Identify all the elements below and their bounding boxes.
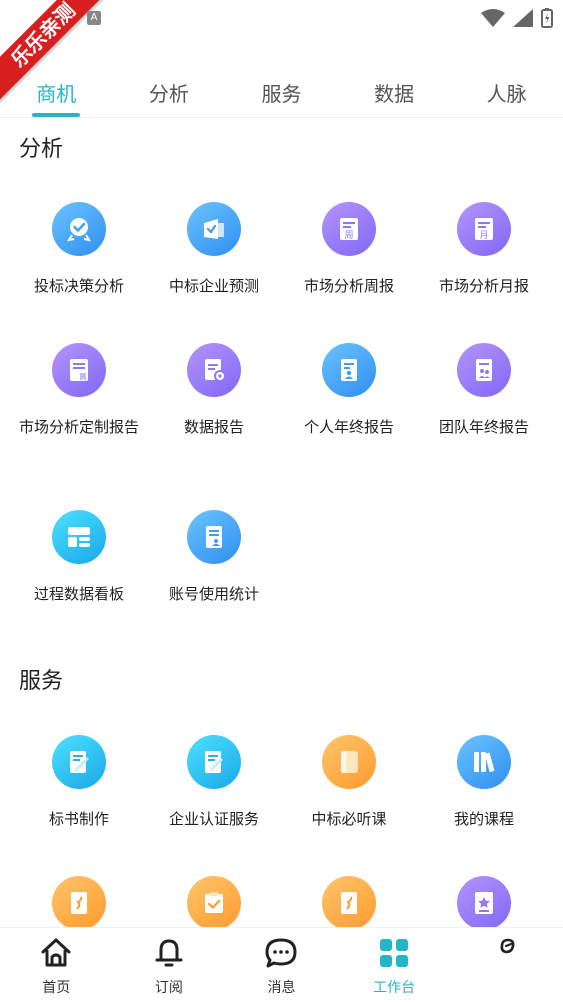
me-icon bbox=[500, 938, 515, 954]
service-item-8[interactable] bbox=[416, 876, 552, 927]
nav-label: 消息 bbox=[267, 980, 296, 996]
account-stats-icon bbox=[187, 510, 241, 564]
nav-subscribe[interactable]: 订阅 bbox=[113, 928, 226, 1002]
tab-shangji[interactable]: 商机 bbox=[0, 62, 113, 117]
tab-label: 商机 bbox=[36, 82, 77, 106]
nav-me[interactable] bbox=[450, 928, 563, 1002]
data-report-icon bbox=[187, 343, 241, 397]
tab-active-indicator bbox=[32, 113, 81, 117]
badge-check-icon bbox=[52, 202, 106, 256]
custom-report-icon bbox=[52, 343, 106, 397]
service-item-7[interactable] bbox=[281, 876, 417, 927]
status-icons bbox=[481, 8, 553, 28]
bottom-nav: 首页 订阅 消息 工作台 bbox=[0, 927, 563, 1002]
tool-label: 账号使用统计 bbox=[168, 585, 259, 603]
service-enterprise-certification[interactable]: 企业认证服务 bbox=[146, 735, 282, 832]
tool-bid-decision[interactable]: 投标决策分析 bbox=[11, 202, 147, 299]
service-label: 标书制作 bbox=[48, 810, 109, 828]
tool-weekly-report[interactable]: 周 市场分析周报 bbox=[281, 202, 417, 299]
status-bar: 乐乐亲测 A bbox=[0, 0, 563, 106]
tool-label: 市场分析定制报告 bbox=[18, 418, 139, 436]
service-bid-writing[interactable]: 标书制作 bbox=[11, 735, 147, 832]
dashboard-icon bbox=[52, 510, 106, 564]
nav-messages[interactable]: 消息 bbox=[225, 928, 338, 1002]
doc-orange-icon bbox=[322, 876, 376, 927]
tab-label: 分析 bbox=[148, 82, 189, 106]
star-doc-icon bbox=[457, 876, 511, 927]
wifi-icon bbox=[481, 9, 505, 27]
tool-label: 个人年终报告 bbox=[303, 418, 394, 436]
tab-fenxi[interactable]: 分析 bbox=[113, 62, 226, 117]
nav-home[interactable]: 首页 bbox=[0, 928, 113, 1002]
tool-label: 过程数据看板 bbox=[33, 585, 124, 603]
svg-text:月: 月 bbox=[479, 230, 488, 241]
tab-label: 数据 bbox=[374, 82, 415, 106]
chat-icon bbox=[265, 938, 297, 968]
nav-label: 订阅 bbox=[154, 980, 183, 996]
workbench-content[interactable]: 分析 投标决策分析 中标企业预测 周 市场分析周报 月 市场分析月报 市场分析定… bbox=[0, 119, 563, 927]
tab-fuwu[interactable]: 服务 bbox=[225, 62, 338, 117]
service-label: 我的课程 bbox=[453, 810, 514, 828]
library-icon bbox=[457, 735, 511, 789]
check-doc-orange-icon bbox=[187, 876, 241, 927]
tab-renmai[interactable]: 人脉 bbox=[450, 62, 563, 117]
tab-shuju[interactable]: 数据 bbox=[338, 62, 451, 117]
battery-icon bbox=[541, 8, 553, 28]
service-label: 中标必听课 bbox=[311, 810, 387, 828]
nav-workbench[interactable]: 工作台 bbox=[338, 928, 451, 1002]
tool-label: 市场分析周报 bbox=[303, 277, 394, 295]
personal-report-icon bbox=[322, 343, 376, 397]
tool-label: 团队年终报告 bbox=[438, 418, 529, 436]
tool-team-annual-report[interactable]: 团队年终报告 bbox=[416, 343, 552, 440]
top-tab-bar: 商机 分析 服务 数据 人脉 bbox=[0, 62, 563, 118]
section-title-analysis: 分析 bbox=[19, 137, 64, 162]
box-check-icon bbox=[187, 202, 241, 256]
grid-icon bbox=[380, 939, 409, 967]
tab-label: 服务 bbox=[261, 82, 302, 106]
edit-doc-icon bbox=[52, 735, 106, 789]
tool-label: 投标决策分析 bbox=[33, 277, 124, 295]
tool-account-stats[interactable]: 账号使用统计 bbox=[146, 510, 282, 607]
tool-monthly-report[interactable]: 月 市场分析月报 bbox=[416, 202, 552, 299]
tool-custom-report[interactable]: 市场分析定制报告 bbox=[11, 343, 147, 440]
notification-a-icon: A bbox=[87, 11, 101, 25]
tool-data-report[interactable]: 数据报告 bbox=[146, 343, 282, 440]
tool-personal-annual-report[interactable]: 个人年终报告 bbox=[281, 343, 417, 440]
nav-label: 首页 bbox=[42, 980, 71, 996]
nav-label: 工作台 bbox=[373, 980, 416, 996]
tool-winner-prediction[interactable]: 中标企业预测 bbox=[146, 202, 282, 299]
tool-process-dashboard[interactable]: 过程数据看板 bbox=[11, 510, 147, 607]
certify-doc-icon bbox=[187, 735, 241, 789]
tab-label: 人脉 bbox=[486, 82, 527, 106]
tool-label: 市场分析月报 bbox=[438, 277, 529, 295]
signal-icon bbox=[513, 9, 533, 27]
bell-icon bbox=[155, 939, 183, 967]
doc-orange-icon bbox=[52, 876, 106, 927]
service-must-listen-course[interactable]: 中标必听课 bbox=[281, 735, 417, 832]
tool-label: 数据报告 bbox=[183, 418, 244, 436]
service-item-6[interactable] bbox=[146, 876, 282, 927]
svg-text:周: 周 bbox=[344, 230, 353, 241]
monthly-report-icon: 月 bbox=[457, 202, 511, 256]
tool-label: 中标企业预测 bbox=[168, 277, 259, 295]
service-item-5[interactable] bbox=[11, 876, 147, 927]
home-icon bbox=[41, 938, 71, 967]
section-title-service: 服务 bbox=[19, 669, 64, 694]
weekly-report-icon: 周 bbox=[322, 202, 376, 256]
team-report-icon bbox=[457, 343, 511, 397]
course-book-icon bbox=[322, 735, 376, 789]
service-label: 企业认证服务 bbox=[168, 810, 259, 828]
service-my-courses[interactable]: 我的课程 bbox=[416, 735, 552, 832]
